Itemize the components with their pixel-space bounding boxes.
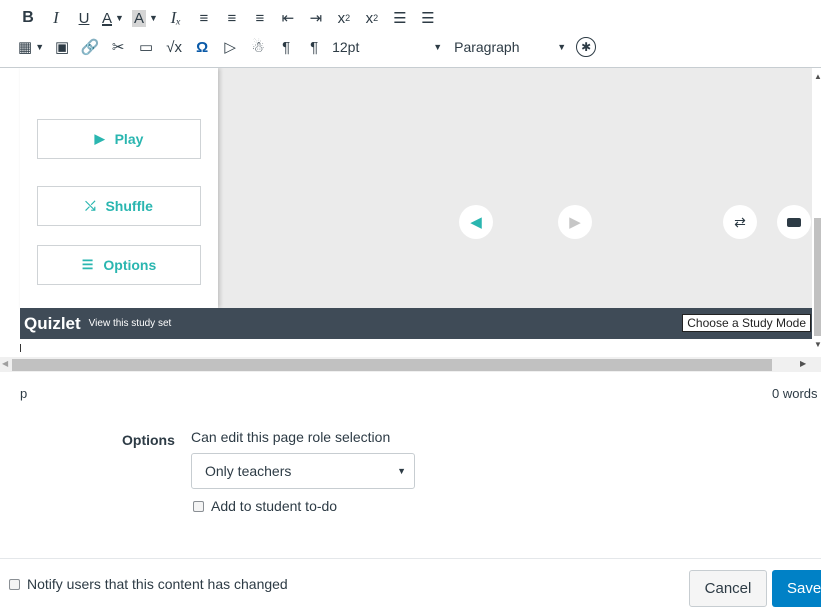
link-icon[interactable]: 🔗: [76, 35, 104, 59]
scroll-up-icon[interactable]: ▲: [814, 72, 821, 81]
scroll-left-icon[interactable]: ◀: [2, 359, 8, 368]
sliders-icon: ☰: [81, 257, 94, 272]
rtl-icon[interactable]: ¶: [300, 35, 328, 59]
horizontal-scrollbar[interactable]: ◀ ▶: [0, 357, 821, 372]
view-study-set-link[interactable]: View this study set: [89, 318, 172, 329]
text-color-button[interactable]: A ▼: [98, 6, 128, 30]
caret-down-icon: ▼: [397, 466, 406, 476]
chevron-right-icon: ▶: [569, 214, 581, 231]
add-to-todo-checkbox[interactable]: [193, 500, 204, 512]
chevron-left-icon: ◀: [470, 214, 482, 231]
quizlet-logo[interactable]: Quizlet: [24, 314, 81, 334]
quizlet-footer-bar: Quizlet View this study set Choose a Stu…: [20, 308, 812, 339]
keyboard-icon: [787, 217, 801, 227]
outdent-button[interactable]: ⇤: [274, 6, 302, 30]
shuffle-button[interactable]: ⤯ Shuffle: [37, 186, 201, 226]
vertical-scrollbar[interactable]: ▲ ▼: [814, 68, 821, 357]
indent-button[interactable]: ⇥: [302, 6, 330, 30]
toolbar-row-formatting: B I U A ▼ A ▼ Iₓ ≡ ≡ ≡ ⇤ ⇥ x2 x2 ☰ ☰: [14, 5, 442, 31]
image-icon[interactable]: ▭: [132, 35, 160, 59]
shuffle-icon: ⤯: [85, 198, 96, 213]
cancel-button[interactable]: Cancel: [689, 570, 767, 607]
edit-permission-select[interactable]: Only teachers ▼: [191, 453, 415, 489]
scroll-right-icon[interactable]: ▶: [800, 359, 806, 368]
ltr-icon[interactable]: ¶: [272, 35, 300, 59]
font-size-select[interactable]: 12pt ▼: [328, 35, 448, 59]
italic-button[interactable]: I: [42, 6, 70, 30]
special-char-icon[interactable]: Ω: [188, 35, 216, 59]
quizlet-side-panel: ▶ Play ⤯ Shuffle ☰ Options: [20, 68, 218, 308]
vertical-scroll-thumb[interactable]: [814, 218, 821, 336]
text-cursor: [20, 344, 21, 352]
block-format-select[interactable]: Paragraph ▼: [448, 35, 572, 59]
numbered-list-icon[interactable]: ☰: [414, 6, 442, 30]
save-button[interactable]: Save: [772, 570, 821, 607]
horizontal-scroll-thumb[interactable]: [12, 359, 772, 371]
media-icon[interactable]: ▣: [48, 35, 76, 59]
accessibility-icon: ✱: [576, 37, 597, 57]
swap-sides-button[interactable]: ⇄: [723, 205, 757, 239]
edit-permission-label: Can edit this page role selection: [191, 429, 391, 445]
swap-icon: ⇄: [734, 213, 746, 230]
play-icon: ▶: [94, 131, 105, 146]
notify-users-row[interactable]: Notify users that this content has chang…: [9, 576, 288, 592]
embed-icon[interactable]: ☃: [244, 35, 272, 59]
next-card-button[interactable]: ▶: [558, 205, 592, 239]
element-path[interactable]: p: [20, 386, 27, 401]
word-count: 0 words: [772, 386, 818, 401]
accessibility-checker-button[interactable]: ✱: [572, 35, 600, 59]
align-center-button[interactable]: ≡: [218, 6, 246, 30]
underline-button[interactable]: U: [70, 6, 98, 30]
keyboard-shortcuts-button[interactable]: [777, 205, 811, 239]
background-color-button[interactable]: A ▼: [128, 6, 162, 30]
notify-users-checkbox[interactable]: [9, 578, 20, 590]
options-button[interactable]: ☰ Options: [37, 245, 201, 285]
play-button[interactable]: ▶ Play: [37, 119, 201, 159]
bullet-list-icon[interactable]: ☰: [386, 6, 414, 30]
editor-content[interactable]: ▶ Play ⤯ Shuffle ☰ Options ◀ ▶ ⇄ Quizlet…: [0, 67, 821, 372]
equation-icon[interactable]: √x: [160, 35, 188, 59]
subscript-button[interactable]: x2: [358, 6, 386, 30]
study-mode-select[interactable]: Choose a Study Mode: [682, 314, 811, 332]
table-icon[interactable]: ▦ ▼: [14, 35, 48, 59]
align-right-button[interactable]: ≡: [246, 6, 274, 30]
quizlet-embed[interactable]: ▶ Play ⤯ Shuffle ☰ Options ◀ ▶ ⇄: [20, 68, 812, 338]
prev-card-button[interactable]: ◀: [459, 205, 493, 239]
unlink-icon[interactable]: ✂: [104, 35, 132, 59]
toolbar-row-insert: ▦ ▼ ▣ 🔗 ✂ ▭ √x Ω ▷ ☃ ¶ ¶ 12pt ▼ Paragraph ▼…: [14, 34, 600, 60]
video-icon[interactable]: ▷: [216, 35, 244, 59]
superscript-button[interactable]: x2: [330, 6, 358, 30]
options-label: Options: [122, 432, 175, 448]
footer-divider: [0, 558, 821, 559]
clear-formatting-button[interactable]: Iₓ: [162, 6, 190, 30]
scroll-down-icon[interactable]: ▼: [814, 340, 821, 349]
align-left-button[interactable]: ≡: [190, 6, 218, 30]
bold-button[interactable]: B: [14, 6, 42, 30]
add-to-todo-row[interactable]: Add to student to-do: [193, 498, 337, 514]
